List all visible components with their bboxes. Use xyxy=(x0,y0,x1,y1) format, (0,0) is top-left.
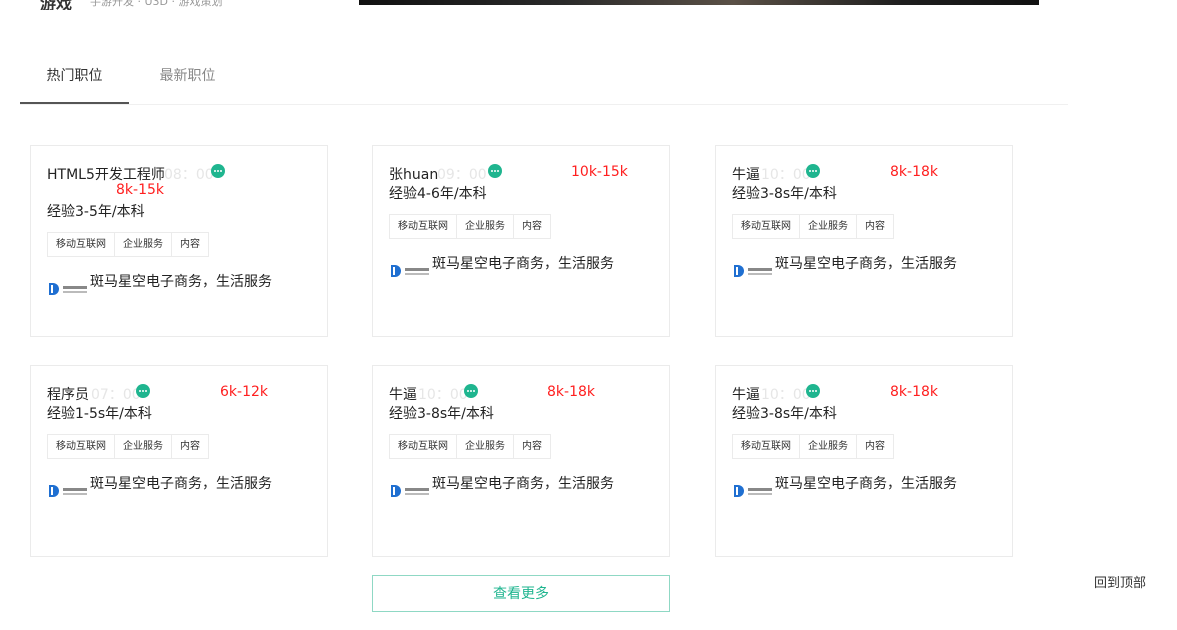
back-to-top-link[interactable]: 回到顶部 xyxy=(1094,572,1146,591)
company-name[interactable]: 斑马星空电子商务，生活服务 xyxy=(90,271,272,291)
tag: 企业服务 xyxy=(114,434,172,459)
salary: 10k-15k xyxy=(571,164,628,180)
company-logo xyxy=(734,485,772,497)
tag: 移动互联网 xyxy=(732,434,800,459)
chat-bubble-icon[interactable] xyxy=(136,384,150,398)
job-card[interactable]: 牛逼 10：00 8k-18k 经验3-8s年/本科 移动互联网 企业服务 内容… xyxy=(372,365,670,557)
salary: 6k-12k xyxy=(220,384,268,400)
company-name[interactable]: 斑马星空电子商务，生活服务 xyxy=(90,473,272,493)
company-logo xyxy=(734,265,772,277)
experience: 经验1-5s年/本科 xyxy=(47,406,152,422)
job-tabs: 热门职位 最新职位 xyxy=(20,56,1068,105)
tag-list: 移动互联网 企业服务 内容 xyxy=(732,214,894,239)
tag: 内容 xyxy=(513,214,551,239)
chat-bubble-icon[interactable] xyxy=(464,384,478,398)
category-subtitle: 手游开发 · U3D · 游戏策划 xyxy=(90,0,223,8)
tag: 企业服务 xyxy=(799,434,857,459)
tag: 企业服务 xyxy=(456,214,514,239)
publish-time: 10：00 xyxy=(418,387,468,403)
tag: 企业服务 xyxy=(114,232,172,257)
tag-list: 移动互联网 企业服务 内容 xyxy=(389,434,551,459)
job-title[interactable]: 程序员 xyxy=(47,384,89,404)
job-title[interactable]: HTML5开发工程师 xyxy=(47,164,165,184)
publish-time: 09：00 xyxy=(437,167,487,183)
salary: 8k-18k xyxy=(890,384,938,400)
company-logo xyxy=(49,485,87,497)
job-card[interactable]: 张huan 09：00 10k-15k 经验4-6年/本科 移动互联网 企业服务… xyxy=(372,145,670,337)
publish-time: 10：00 xyxy=(761,387,811,403)
top-strip: 游戏 手游开发 · U3D · 游戏策划 xyxy=(0,0,1177,10)
tag: 内容 xyxy=(171,434,209,459)
tab-hot-jobs[interactable]: 热门职位 xyxy=(20,56,129,104)
tag-list: 移动互联网 企业服务 内容 xyxy=(47,232,209,257)
tag-list: 移动互联网 企业服务 内容 xyxy=(389,214,551,239)
tag-list: 移动互联网 企业服务 内容 xyxy=(732,434,894,459)
chat-bubble-icon[interactable] xyxy=(806,164,820,178)
salary: 8k-15k xyxy=(116,182,164,198)
tag: 移动互联网 xyxy=(389,434,457,459)
company-name[interactable]: 斑马星空电子商务，生活服务 xyxy=(775,253,957,273)
chat-bubble-icon[interactable] xyxy=(211,164,225,178)
experience: 经验3-5年/本科 xyxy=(47,204,145,220)
tab-latest-jobs[interactable]: 最新职位 xyxy=(150,56,225,103)
publish-time: 10：00 xyxy=(761,167,811,183)
chat-bubble-icon[interactable] xyxy=(488,164,502,178)
job-title[interactable]: 牛逼 xyxy=(389,384,417,404)
company-name[interactable]: 斑马星空电子商务，生活服务 xyxy=(432,473,614,493)
job-card[interactable]: 牛逼 10：00 8k-18k 经验3-8s年/本科 移动互联网 企业服务 内容… xyxy=(715,365,1013,557)
company-name[interactable]: 斑马星空电子商务，生活服务 xyxy=(775,473,957,493)
publish-time: 08：00 xyxy=(164,167,214,183)
job-title[interactable]: 张huan xyxy=(389,164,438,184)
experience: 经验3-8s年/本科 xyxy=(732,406,837,422)
tag: 内容 xyxy=(856,434,894,459)
job-card[interactable]: 程序员 07：00 6k-12k 经验1-5s年/本科 移动互联网 企业服务 内… xyxy=(30,365,328,557)
banner-image xyxy=(359,0,1039,5)
job-title[interactable]: 牛逼 xyxy=(732,164,760,184)
tag: 移动互联网 xyxy=(389,214,457,239)
tag: 移动互联网 xyxy=(47,434,115,459)
tag: 企业服务 xyxy=(456,434,514,459)
salary: 8k-18k xyxy=(890,164,938,180)
tag-list: 移动互联网 企业服务 内容 xyxy=(47,434,209,459)
tag: 移动互联网 xyxy=(732,214,800,239)
experience: 经验3-8s年/本科 xyxy=(389,406,494,422)
view-more-button[interactable]: 查看更多 xyxy=(372,575,670,612)
tag: 移动互联网 xyxy=(47,232,115,257)
publish-time: 07：00 xyxy=(91,387,141,403)
tag: 内容 xyxy=(513,434,551,459)
tag: 内容 xyxy=(856,214,894,239)
job-title[interactable]: 牛逼 xyxy=(732,384,760,404)
company-logo xyxy=(49,283,87,295)
company-name[interactable]: 斑马星空电子商务，生活服务 xyxy=(432,253,614,273)
experience: 经验3-8s年/本科 xyxy=(732,186,837,202)
company-logo xyxy=(391,485,429,497)
tag: 企业服务 xyxy=(799,214,857,239)
tag: 内容 xyxy=(171,232,209,257)
category-title: 游戏 xyxy=(40,0,73,10)
chat-bubble-icon[interactable] xyxy=(806,384,820,398)
job-card[interactable]: HTML5开发工程师 08：00 8k-15k 经验3-5年/本科 移动互联网 … xyxy=(30,145,328,337)
experience: 经验4-6年/本科 xyxy=(389,186,487,202)
salary: 8k-18k xyxy=(547,384,595,400)
job-card[interactable]: 牛逼 10：00 8k-18k 经验3-8s年/本科 移动互联网 企业服务 内容… xyxy=(715,145,1013,337)
company-logo xyxy=(391,265,429,277)
